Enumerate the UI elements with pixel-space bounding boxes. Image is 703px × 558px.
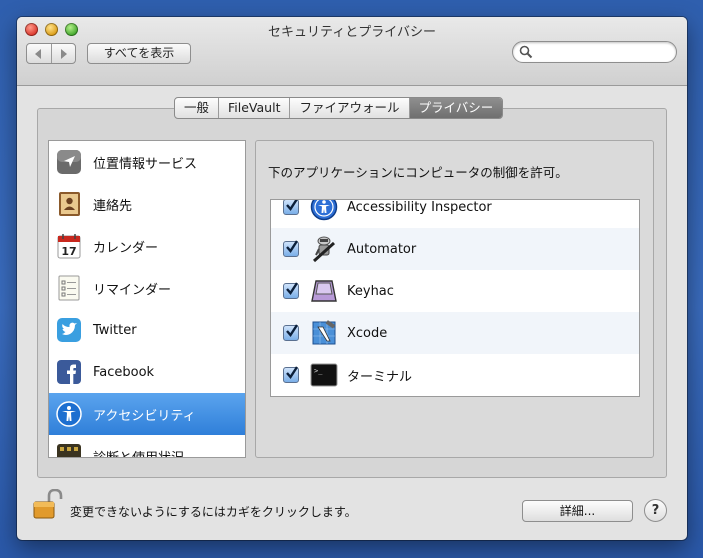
tab-bar: 一般 FileVault ファイアウォール プライバシー (174, 97, 504, 119)
diagnostics-icon (57, 444, 81, 457)
back-button[interactable] (27, 44, 51, 63)
search-icon (519, 45, 533, 59)
privacy-category-list[interactable]: 位置情報サービス 連絡先 17 カレンダー リマインダー Twitter Fac… (48, 140, 246, 458)
calendar-icon: 17 (57, 234, 81, 259)
app-checkbox[interactable] (283, 324, 299, 341)
list-item-xcode[interactable]: Xcode (271, 312, 639, 354)
keyhac-key-icon (311, 280, 337, 302)
app-name: Xcode (347, 325, 388, 341)
sidebar-item-label: 位置情報サービス (93, 156, 198, 172)
svg-text:>_: >_ (314, 367, 323, 375)
forward-button[interactable] (50, 44, 76, 63)
facebook-icon (57, 360, 81, 384)
app-name: ターミナル (347, 369, 413, 385)
checkmark-icon (286, 282, 299, 295)
sidebar-item-location-services[interactable]: 位置情報サービス (49, 141, 245, 183)
advanced-button[interactable]: 詳細... (522, 500, 633, 522)
app-checkbox[interactable] (283, 200, 299, 215)
sidebar-item-facebook[interactable]: Facebook (49, 351, 245, 393)
search-field[interactable] (512, 41, 677, 63)
nav-back-forward (26, 43, 76, 64)
app-name: Accessibility Inspector (347, 199, 492, 215)
window-title: セキュリティとプライバシー (268, 25, 436, 40)
help-button[interactable]: ? (644, 499, 667, 522)
terminal-icon: >_ (310, 363, 338, 387)
contacts-book-icon (59, 192, 80, 216)
search-input[interactable] (537, 44, 671, 61)
reminders-list-icon (58, 275, 80, 301)
xcode-hammer-icon (312, 320, 336, 345)
checkmark-icon (286, 240, 299, 253)
chevron-right-icon (61, 48, 68, 59)
tab-firewall[interactable]: ファイアウォール (289, 98, 408, 118)
list-item-automator[interactable]: Automator (271, 228, 639, 270)
automator-robot-icon (312, 236, 336, 263)
checkmark-icon (286, 200, 298, 211)
sidebar-item-accessibility[interactable]: アクセシビリティ (49, 393, 245, 435)
twitter-bird-icon (57, 318, 81, 342)
list-item-terminal[interactable]: >_ ターミナル (271, 354, 639, 396)
show-all-button[interactable]: すべてを表示 (87, 43, 191, 64)
tab-filevault[interactable]: FileVault (218, 98, 289, 118)
allowed-apps-list[interactable]: Accessibility Inspector Automator Keyhac… (270, 199, 640, 397)
tab-privacy[interactable]: プライバシー (408, 98, 503, 118)
sidebar-item-label: アクセシビリティ (93, 408, 196, 424)
sidebar-item-calendar[interactable]: 17 カレンダー (49, 225, 245, 267)
sidebar-item-label: Twitter (93, 322, 137, 338)
list-item-accessibility-inspector[interactable]: Accessibility Inspector (271, 199, 639, 228)
sidebar-item-label: リマインダー (93, 282, 172, 298)
sidebar-item-label: Facebook (93, 364, 155, 380)
app-checkbox[interactable] (283, 240, 299, 257)
sidebar-item-contacts[interactable]: 連絡先 (49, 183, 245, 225)
sidebar-item-label: 診断と使用状況 (93, 450, 185, 458)
lock-hint-text: 変更できないようにするにはカギをクリックします。 (70, 505, 357, 519)
sidebar-item-label: 連絡先 (93, 198, 133, 214)
toolbar: セキュリティとプライバシー すべてを表示 (17, 17, 687, 86)
preferences-window: セキュリティとプライバシー すべてを表示 一般 FileVault ファイアウォ… (17, 17, 687, 540)
svg-text:17: 17 (61, 245, 76, 258)
sidebar-item-twitter[interactable]: Twitter (49, 309, 245, 351)
app-checkbox[interactable] (283, 366, 299, 383)
sidebar-item-reminders[interactable]: リマインダー (49, 267, 245, 309)
app-name: Keyhac (347, 283, 394, 299)
list-item-keyhac[interactable]: Keyhac (271, 270, 639, 312)
accessibility-inspector-icon (310, 200, 338, 221)
unlocked-padlock-icon[interactable] (32, 489, 64, 519)
app-checkbox[interactable] (283, 282, 299, 299)
checkmark-icon (286, 366, 299, 379)
app-name: Automator (347, 241, 417, 257)
permission-prompt: 下のアプリケーションにコンピュータの制御を許可。 (268, 165, 568, 180)
location-arrow-icon (57, 150, 81, 174)
tab-general[interactable]: 一般 (175, 98, 218, 118)
sidebar-item-label: カレンダー (93, 240, 159, 256)
chevron-left-icon (34, 48, 41, 59)
sidebar-item-diagnostics[interactable]: 診断と使用状況 (49, 435, 245, 458)
accessibility-icon (56, 401, 82, 427)
checkmark-icon (286, 324, 299, 337)
